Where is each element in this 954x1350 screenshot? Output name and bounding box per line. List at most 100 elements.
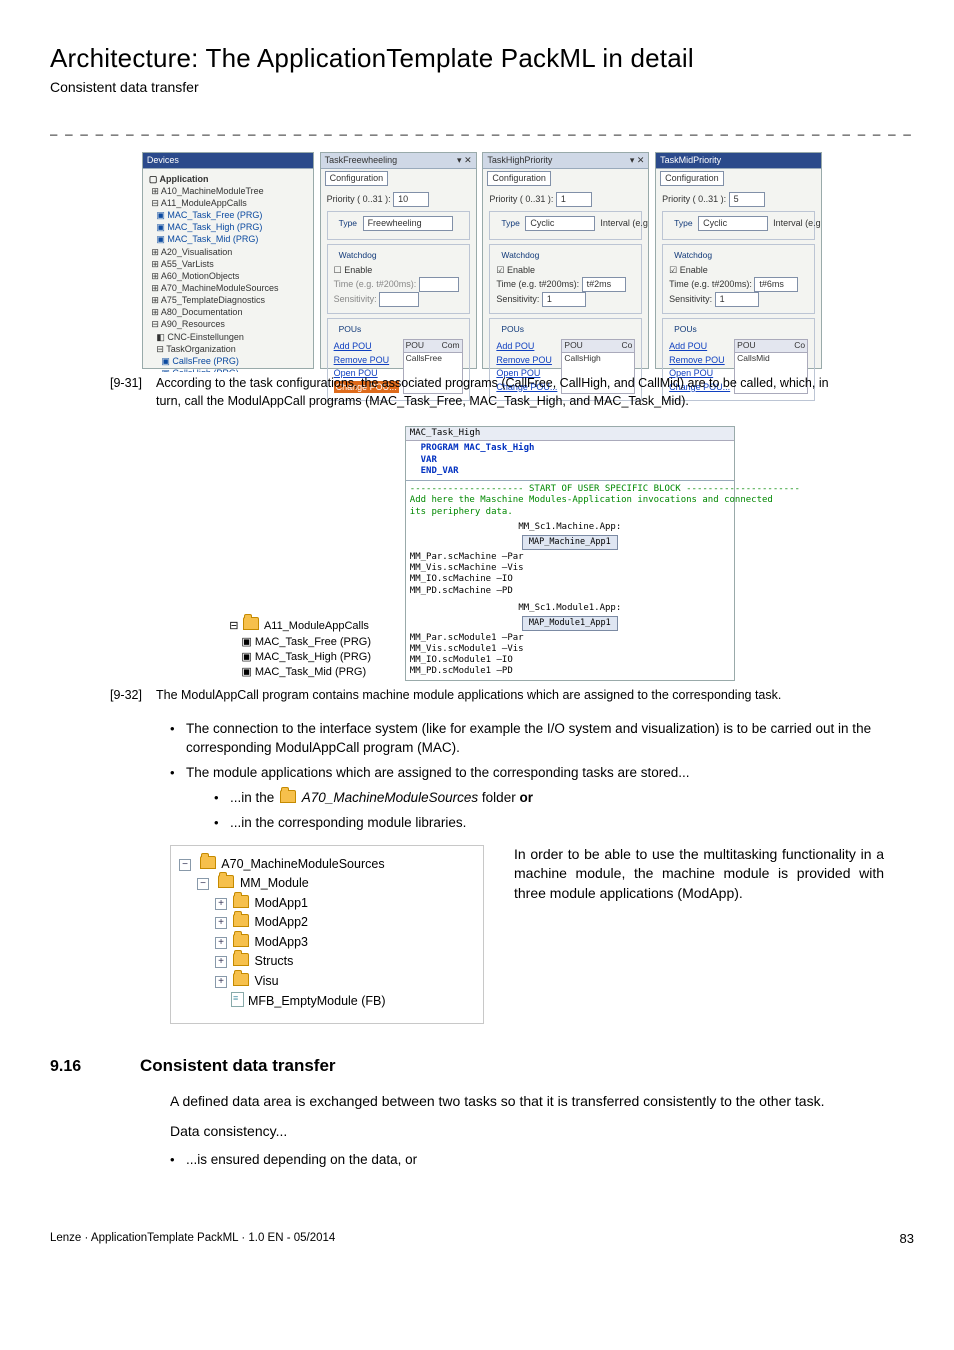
add-pou-link[interactable]: Add POU <box>334 340 399 353</box>
folder-icon <box>218 875 234 888</box>
type-legend: Type <box>336 218 360 230</box>
tree-toggle[interactable]: − <box>197 878 209 890</box>
pou-col: POU <box>737 340 755 350</box>
folder-icon <box>233 973 249 986</box>
figure-number: [9-32] <box>110 687 156 705</box>
tree-toggle[interactable]: + <box>215 956 227 968</box>
sig: MM_Par.scMachine — <box>410 552 508 562</box>
body-paragraph: Data consistency... <box>170 1122 884 1142</box>
section-number: 9.16 <box>50 1056 140 1078</box>
tree-item: ModApp2 <box>254 915 308 929</box>
tab-configuration[interactable]: Configuration <box>487 171 551 186</box>
co-col: Co <box>622 340 633 352</box>
tree-root: A70_MachineModuleSources <box>221 857 384 871</box>
separator-dashes: _ _ _ _ _ _ _ _ _ _ _ _ _ _ _ _ _ _ _ _ … <box>50 120 914 138</box>
remove-pou-link[interactable]: Remove POU <box>334 354 399 367</box>
code-line: END_VAR <box>421 466 459 476</box>
bullet-subitem: ...in the A70_MachineModuleSources folde… <box>214 789 884 808</box>
sensitivity-value[interactable]: 1 <box>715 292 759 307</box>
priority-value[interactable]: 5 <box>729 192 765 207</box>
devices-header: Devices <box>143 153 313 169</box>
pou-cell: CallsFree <box>404 353 462 365</box>
co-col: Co <box>794 340 805 352</box>
tree-item: A70_MachineModuleSources <box>161 283 279 293</box>
tree-item: MAC_Task_High (PRG) <box>255 651 371 663</box>
add-pou-link[interactable]: Add POU <box>669 340 730 353</box>
pous-legend: POUs <box>671 324 700 336</box>
text-fragment: ...in the <box>230 790 278 805</box>
folder-icon <box>200 856 216 869</box>
pou-col: POU <box>406 340 424 350</box>
tree-item: A10_MachineModuleTree <box>161 186 264 196</box>
tree-item: CNC-Einstellungen <box>167 332 244 342</box>
side-paragraph: In order to be able to use the multitask… <box>514 845 884 904</box>
tree-item: CallsHigh (PRG) <box>172 368 239 372</box>
tab-highpriority[interactable]: TaskHighPriority <box>487 155 552 165</box>
tree-root: A11_ModuleAppCalls <box>264 620 369 632</box>
tree-toggle[interactable]: − <box>179 859 191 871</box>
fb-head: MM_Sc1.Module1.App: <box>518 603 621 613</box>
enable-label[interactable]: Enable <box>680 265 708 275</box>
figure-9-31: Devices ▢ Application ⊞ A10_MachineModul… <box>50 152 914 369</box>
tab-configuration[interactable]: Configuration <box>660 171 724 186</box>
bullet-item: The connection to the interface system (… <box>170 720 884 758</box>
code-comment: --------------------- START OF USER SPEC… <box>410 484 730 495</box>
time-label: Time (e.g. t#200ms): <box>496 279 579 289</box>
tree-item: A11_ModuleAppCalls <box>161 198 247 208</box>
pou-col: POU <box>564 340 582 350</box>
watchdog-legend: Watchdog <box>336 250 380 262</box>
bullet-text: The module applications which are assign… <box>186 765 690 780</box>
sig: IO <box>502 655 513 665</box>
type-select[interactable]: Freewheeling <box>363 216 453 231</box>
enable-label[interactable]: Enable <box>507 265 535 275</box>
code-line: VAR <box>421 455 437 465</box>
tree-item: MAC_Task_Free (PRG) <box>167 210 262 220</box>
time-label: Time (e.g. t#200ms): <box>334 279 417 289</box>
add-pou-link[interactable]: Add POU <box>496 340 557 353</box>
sig: IO <box>502 574 513 584</box>
type-select[interactable]: Cyclic <box>698 216 768 231</box>
remove-pou-link[interactable]: Remove POU <box>669 354 730 367</box>
code-comment: its periphery data. <box>410 507 730 518</box>
fb-name: MAP_Machine_App1 <box>522 535 618 550</box>
sig: MM_IO.scMachine — <box>410 574 502 584</box>
time-value[interactable]: t#6ms <box>754 277 798 292</box>
tree-item: A80_Documentation <box>161 307 243 317</box>
bullet-item: ...is ensured depending on the data, or <box>170 1151 884 1170</box>
sig: MM_PD.scMachine — <box>410 586 502 596</box>
type-legend: Type <box>498 218 522 230</box>
tree-toggle[interactable]: + <box>215 898 227 910</box>
tree-item: CallsFree (PRG) <box>172 356 239 366</box>
figure-caption: According to the task configurations, th… <box>156 375 854 410</box>
body-paragraph: A defined data area is exchanged between… <box>170 1092 884 1112</box>
folder-icon <box>233 934 249 947</box>
bullet-item: The module applications which are assign… <box>170 764 884 833</box>
priority-value[interactable]: 10 <box>393 192 429 207</box>
enable-label[interactable]: Enable <box>344 265 372 275</box>
app-root: Application <box>160 174 209 184</box>
tree-toggle[interactable]: + <box>215 937 227 949</box>
sig: MM_Par.scModule1 — <box>410 633 508 643</box>
sig: Par <box>507 633 523 643</box>
tree-item: ModApp1 <box>254 896 308 910</box>
folder-icon <box>280 790 296 803</box>
remove-pou-link[interactable]: Remove POU <box>496 354 557 367</box>
pou-cell: CallsMid <box>735 353 807 365</box>
folder-icon <box>233 953 249 966</box>
tree-toggle[interactable]: + <box>215 917 227 929</box>
sig: Vis <box>507 563 523 573</box>
sensitivity-value[interactable]: 1 <box>542 292 586 307</box>
folder-name: A70_MachineModuleSources <box>302 790 478 805</box>
tab-configuration[interactable]: Configuration <box>325 171 389 186</box>
type-select[interactable]: Cyclic <box>525 216 595 231</box>
tab-midpriority[interactable]: TaskMidPriority <box>660 155 721 165</box>
chapter-title: Architecture: The ApplicationTemplate Pa… <box>50 40 914 76</box>
priority-label: Priority ( 0..31 ): <box>327 194 391 204</box>
priority-value[interactable]: 1 <box>556 192 592 207</box>
priority-label: Priority ( 0..31 ): <box>662 194 726 204</box>
sig: Vis <box>507 644 523 654</box>
pous-legend: POUs <box>336 324 365 336</box>
tab-freewheeling[interactable]: TaskFreewheeling <box>325 155 398 165</box>
tree-toggle[interactable]: + <box>215 976 227 988</box>
time-value[interactable]: t#2ms <box>582 277 626 292</box>
